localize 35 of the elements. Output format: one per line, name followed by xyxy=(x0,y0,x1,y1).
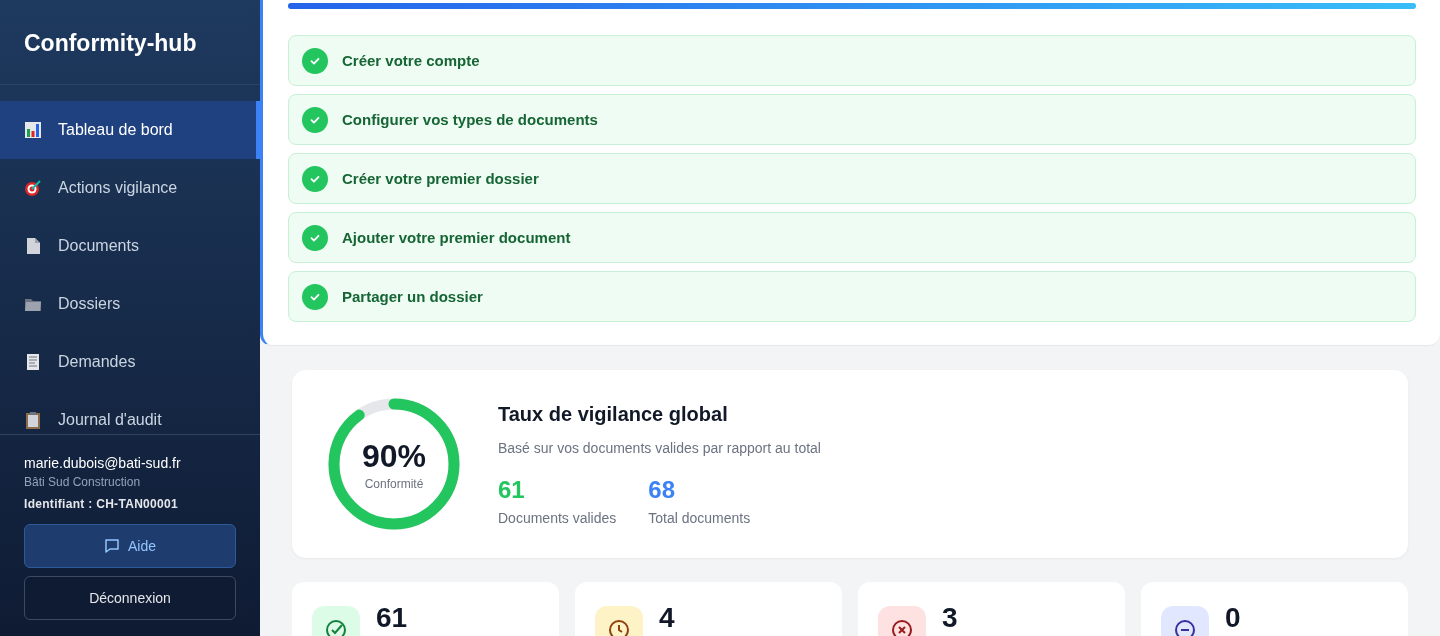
card-title: Taux de vigilance global xyxy=(498,402,729,426)
nav-item[interactable]: Documents xyxy=(0,217,260,275)
nav-item[interactable]: Demandes xyxy=(0,333,260,391)
nav-item[interactable]: Tableau de bord xyxy=(0,101,260,159)
company-name: Bâti Sud Construction xyxy=(24,475,142,489)
nav-item[interactable]: Actions vigilance xyxy=(0,159,260,217)
onboarding-step: Créer votre compte xyxy=(288,35,1416,86)
receipt-icon xyxy=(24,353,42,371)
page-icon xyxy=(24,237,42,255)
nav-item[interactable]: Journal d'audit xyxy=(0,391,260,434)
stat-value: 3 xyxy=(942,604,958,632)
chat-icon xyxy=(104,538,120,554)
logout-button[interactable]: Déconnexion xyxy=(24,576,236,620)
figure-value: 61 xyxy=(498,475,526,504)
figure-value: 68 xyxy=(648,475,676,504)
stat-value: 4 xyxy=(659,604,675,632)
stat-value: 61 xyxy=(376,604,408,632)
user-email: marie.dubois@bati-sud.fr xyxy=(24,455,182,471)
onboarding-step: Ajouter votre premier document xyxy=(288,212,1416,263)
help-button[interactable]: Aide xyxy=(24,524,236,568)
figure-label: Total documents xyxy=(648,509,751,526)
bar-chart-icon xyxy=(24,121,42,139)
onboarding-step: Configurer vos types de documents xyxy=(288,94,1416,145)
clipboard-icon xyxy=(24,411,42,429)
card-subtitle: Basé sur vos documents valides par rapport au total xyxy=(498,439,821,456)
target-icon xyxy=(24,179,42,197)
figure-label: Documents valides xyxy=(498,509,617,526)
clock-icon xyxy=(607,618,631,636)
nav-item[interactable]: Dossiers xyxy=(0,275,260,333)
onboarding-step: Partager un dossier xyxy=(288,271,1416,322)
gauge-caption: Conformité xyxy=(364,476,424,491)
gauge-value: 90% xyxy=(361,437,426,475)
onboarding-step: Créer votre premier dossier xyxy=(288,153,1416,204)
stat-value: 0 xyxy=(1225,604,1241,632)
user-identifier: Identifiant : CH-TAN00001 xyxy=(24,497,179,511)
